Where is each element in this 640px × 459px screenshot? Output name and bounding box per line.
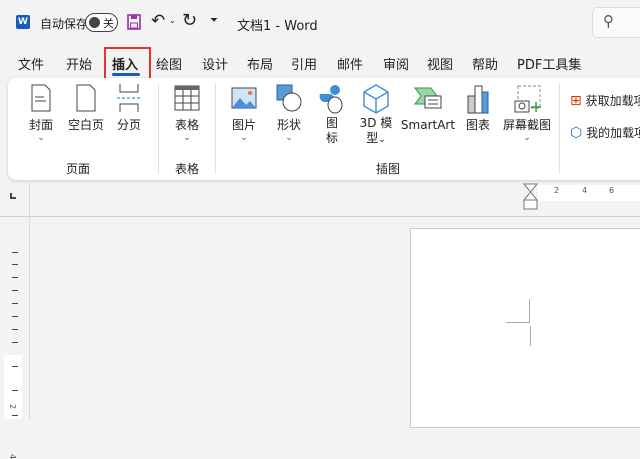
group-label-pages: 页面 bbox=[66, 162, 91, 176]
chevron-down-icon: ⌄ bbox=[378, 135, 386, 145]
table-icon bbox=[174, 85, 200, 111]
ruler-separator bbox=[0, 216, 640, 217]
search-icon: ⚲ bbox=[603, 12, 614, 30]
tab-7[interactable]: 邮件 bbox=[337, 54, 363, 73]
tab-8[interactable]: 审阅 bbox=[383, 54, 409, 73]
tab-5[interactable]: 布局 bbox=[247, 54, 273, 73]
customize-toolbar-icon[interactable]: ⏷ bbox=[210, 15, 218, 26]
chevron-down-icon: ⌄ bbox=[523, 133, 531, 143]
screenshot-icon bbox=[514, 85, 541, 113]
vertical-ruler[interactable] bbox=[4, 355, 22, 419]
autosave-toggle[interactable]: 关 bbox=[85, 13, 118, 32]
tab-3[interactable]: 绘图 bbox=[156, 54, 182, 73]
get-addins-button[interactable]: ⊞ 获取加载项 bbox=[570, 92, 640, 109]
tab-1[interactable]: 开始 bbox=[66, 54, 92, 73]
page-break-button[interactable]: 分页 bbox=[110, 84, 148, 133]
ruler-tick bbox=[12, 342, 18, 343]
tab-4[interactable]: 设计 bbox=[202, 54, 228, 73]
save-icon[interactable] bbox=[127, 14, 141, 30]
addins-store-icon: ⊞ bbox=[570, 93, 582, 109]
chevron-down-icon: ⌄ bbox=[37, 133, 45, 143]
cover-page-button[interactable]: 封面 ⌄ bbox=[22, 84, 60, 143]
redo-icon[interactable]: ↻ bbox=[182, 10, 197, 31]
autosave-label: 自动保存 bbox=[40, 17, 89, 31]
indent-marker-icon[interactable] bbox=[523, 183, 539, 213]
tab-6[interactable]: 引用 bbox=[291, 54, 317, 73]
horizontal-ruler[interactable]: 2 4 6 bbox=[538, 185, 640, 201]
tab-9[interactable]: 视图 bbox=[427, 54, 453, 73]
text-cursor bbox=[530, 326, 531, 346]
tab-0[interactable]: 文件 bbox=[18, 54, 44, 73]
icons-icon bbox=[319, 85, 343, 114]
page-break-icon bbox=[117, 84, 141, 112]
divider bbox=[215, 84, 216, 174]
chevron-down-icon: ⌄ bbox=[183, 133, 191, 143]
ruler-corner-tab-selector[interactable] bbox=[10, 193, 16, 199]
table-button[interactable]: 表格 ⌄ bbox=[166, 84, 208, 143]
chart-icon bbox=[467, 85, 489, 114]
icons-button[interactable]: 图标 bbox=[316, 84, 348, 146]
cover-page-icon bbox=[31, 84, 51, 112]
my-addins-icon: ⬡ bbox=[570, 125, 583, 141]
chart-button[interactable]: 图表 bbox=[460, 84, 496, 133]
ruler-tick bbox=[12, 252, 18, 253]
smartart-button[interactable]: SmartArt bbox=[400, 84, 456, 133]
ruler-tick bbox=[12, 277, 18, 278]
smartart-icon bbox=[414, 87, 442, 109]
undo-dropdown-icon[interactable]: ⌄ bbox=[169, 16, 176, 25]
picture-icon bbox=[231, 87, 257, 109]
margin-corner-mark bbox=[506, 299, 530, 323]
ruler-tick bbox=[12, 390, 18, 391]
divider bbox=[158, 84, 159, 174]
blank-page-button[interactable]: 空白页 bbox=[63, 84, 109, 133]
search-button[interactable]: ⚲ bbox=[592, 7, 640, 38]
ruler-tick bbox=[12, 264, 18, 265]
group-label-illustrations: 插图 bbox=[376, 162, 401, 176]
3d-models-button[interactable]: 3D 模型⌄ bbox=[354, 84, 398, 148]
vruler-separator bbox=[29, 182, 30, 419]
divider bbox=[559, 84, 560, 174]
window-title: 文档1 - Word bbox=[237, 19, 318, 34]
word-logo-icon: W bbox=[16, 15, 30, 29]
active-tab-highlight bbox=[104, 47, 151, 81]
blank-page-icon bbox=[76, 84, 96, 112]
chevron-down-icon: ⌄ bbox=[240, 133, 248, 143]
ruler-tick bbox=[12, 290, 18, 291]
undo-icon[interactable]: ↶ bbox=[151, 11, 165, 31]
tab-11[interactable]: PDF工具集 bbox=[517, 54, 581, 73]
ruler-tick bbox=[12, 303, 18, 304]
screenshot-button[interactable]: 屏幕截图 ⌄ bbox=[500, 84, 554, 143]
ruler-tick bbox=[12, 415, 18, 416]
3d-model-icon bbox=[363, 84, 389, 114]
chevron-down-icon: ⌄ bbox=[285, 133, 293, 143]
ribbon: 封面 ⌄ 空白页 分页 页面 表格 ⌄ 表格 图片 ⌄ 形状 ⌄ 图标 3D 模型⌄ S… bbox=[8, 78, 640, 180]
group-label-tables: 表格 bbox=[175, 162, 200, 176]
document-page[interactable] bbox=[410, 228, 640, 428]
my-addins-button[interactable]: ⬡ 我的加载项 bbox=[570, 124, 640, 141]
ruler-tick bbox=[12, 366, 18, 367]
shapes-button[interactable]: 形状 ⌄ bbox=[270, 84, 308, 143]
shapes-icon bbox=[276, 84, 302, 112]
tab-10[interactable]: 帮助 bbox=[472, 54, 498, 73]
ruler-tick bbox=[12, 329, 18, 330]
picture-button[interactable]: 图片 ⌄ bbox=[226, 84, 262, 143]
ruler-tick bbox=[12, 316, 18, 317]
